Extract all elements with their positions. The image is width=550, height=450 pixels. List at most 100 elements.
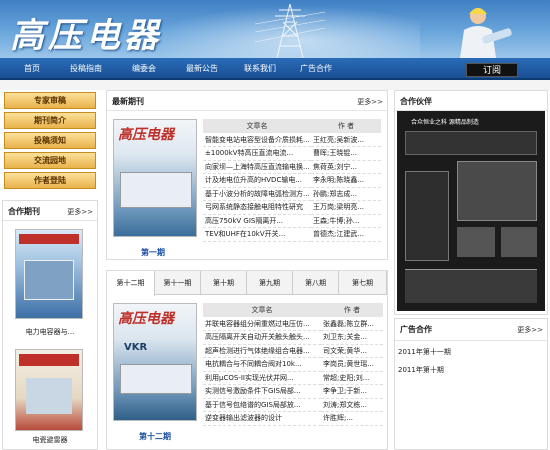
table-row[interactable]: 并联电容器组分闸重燃过电压仿... 张鑫磊;陈立群... <box>203 317 383 331</box>
latest-issue-label[interactable]: 第一期 <box>141 247 165 258</box>
article-title[interactable]: 利用μCOS-II实现光伏并网... <box>203 371 321 385</box>
archive-articles-table: 文章名作 者 并联电容器组分闸重燃过电压仿... 张鑫磊;陈立群... 高压隔离开… <box>203 303 383 426</box>
article-author: 常超;史阳;刘... <box>321 371 383 385</box>
tab-issue-10[interactable]: 第十期 <box>201 271 247 295</box>
table-row[interactable]: 逆变器输出滤波器的设计 许胜辉;... <box>203 411 383 426</box>
subscribe-button[interactable]: 订阅 <box>466 63 518 77</box>
tab-issue-11[interactable]: 第十一期 <box>155 271 201 295</box>
article-author: 曾德杰;江建武... <box>311 227 381 242</box>
submission-notes-button[interactable]: 投稿须知 <box>4 132 96 149</box>
article-author: 李岗员;黄世瑶... <box>321 357 383 372</box>
article-author: 焦荷英;刘宁... <box>311 160 381 174</box>
nav-home[interactable]: 首页 <box>24 63 40 74</box>
article-author: 刘卫东;关金... <box>321 330 383 345</box>
article-title[interactable]: 基于信号包络谱的GIS局部放... <box>203 398 321 412</box>
ad-cooperation-more-link[interactable]: 更多>> <box>517 325 543 335</box>
partner-journals-panel: 合作期刊 更多>> 电力电容器与... 电瓷避雷器 <box>2 200 98 450</box>
article-author: 曹晖;王晓锟... <box>311 146 381 161</box>
latest-issue-cover[interactable]: 高压电器 <box>113 119 197 237</box>
article-title[interactable]: 逆变器输出滤波器的设计 <box>203 411 321 426</box>
nav-ad-cooperation[interactable]: 广告合作 <box>300 63 332 74</box>
article-author: 许胜辉;... <box>321 411 383 426</box>
nav-announcements[interactable]: 最新公告 <box>186 63 218 74</box>
ad-cooperation-panel: 广告合作 更多>> 2011年第十一期 2011年第十期 <box>394 318 548 450</box>
partners-panel: 合作伙伴 合众恒业之科 源精品制造 <box>394 90 548 315</box>
header-banner: 高压电器 <box>0 0 550 58</box>
separator-strip <box>0 80 550 90</box>
journal-caption-capacitor[interactable]: 电力电容器与... <box>3 327 97 337</box>
article-title[interactable]: 高压隔离开关自动开关触头触头... <box>203 330 321 345</box>
table-row[interactable]: ±1000kV特高压直流电流... 曹晖;王晓锟... <box>203 146 381 161</box>
tab-issue-8[interactable]: 第八期 <box>293 271 339 295</box>
table-row[interactable]: 向家坝—上海特高压直流输电换... 焦荷英;刘宁... <box>203 160 381 174</box>
article-author: 王万岗;梁明亮... <box>311 200 381 215</box>
tab-issue-7[interactable]: 第七期 <box>339 271 387 295</box>
nav-editorial-board[interactable]: 编委会 <box>132 63 156 74</box>
article-author: 张鑫磊;陈立群... <box>321 317 383 331</box>
article-author: 李争卫;于新... <box>321 384 383 399</box>
article-title[interactable]: 高压750kV GIS隔离开... <box>203 214 311 228</box>
latest-articles-table: 文章名作 者 智能变电站电容型设备介质损耗... 王红亮;吴新波... ±1000… <box>203 119 381 242</box>
journal-cover-capacitor[interactable] <box>15 229 83 319</box>
left-menu: 专家审稿 期刊简介 投稿须知 交流园地 作者登陆 <box>2 90 98 192</box>
site-logo[interactable]: 高压电器 <box>10 8 162 57</box>
col-author-header: 作 者 <box>311 119 381 133</box>
power-tower-icon <box>255 3 325 58</box>
archive-panel: 第十二期 第十一期 第十期 第九期 第八期 第七期 高压电器 VKR 第十二期 … <box>106 270 388 450</box>
latest-issue-title: 最新期刊 <box>112 97 144 106</box>
table-row[interactable]: 基于信号包络谱的GIS局部放... 刘涛;郑文栋... <box>203 398 383 412</box>
article-title[interactable]: ±1000kV特高压直流电流... <box>203 146 311 161</box>
article-title[interactable]: 并联电容器组分闸重燃过电压仿... <box>203 317 321 331</box>
list-item[interactable]: 2011年第十一期 <box>398 347 451 357</box>
table-row[interactable]: 电抗耦合与不同耦合阀对10k... 李岗员;黄世瑶... <box>203 357 383 372</box>
table-row[interactable]: 高压隔离开关自动开关触头触头... 刘卫东;关金... <box>203 330 383 345</box>
col-author-header: 作 者 <box>321 303 383 317</box>
ad-brand-text: 合众恒业之科 源精品制造 <box>411 119 479 126</box>
table-row[interactable]: 高压750kV GIS隔离开... 王森;牛博;孙... <box>203 214 381 228</box>
partner-journals-more-link[interactable]: 更多>> <box>67 207 93 217</box>
partners-title: 合作伙伴 <box>400 97 432 106</box>
list-item[interactable]: 2011年第十期 <box>398 365 444 375</box>
table-row[interactable]: 超声检测进行气体绝缘组合电器... 司文荣;黄华... <box>203 344 383 358</box>
table-row[interactable]: TEV和UHF在10kV开关... 曾德杰;江建武... <box>203 227 381 242</box>
article-author: 司文荣;黄华... <box>321 344 383 358</box>
article-author: 孙鹏;郑志成... <box>311 187 381 201</box>
table-row[interactable]: 基于小波分析的故障电弧检测方... 孙鹏;郑志成... <box>203 187 381 201</box>
latest-issue-more-link[interactable]: 更多>> <box>357 97 383 107</box>
ad-cooperation-title: 广告合作 <box>400 325 432 334</box>
expert-review-button[interactable]: 专家审稿 <box>4 92 96 109</box>
article-title[interactable]: 实测信号激励条件下GIS局部... <box>203 384 321 399</box>
article-title[interactable]: TEV和UHF在10kV开关... <box>203 227 311 242</box>
journal-caption-arrester[interactable]: 电瓷避雷器 <box>3 435 97 445</box>
article-title[interactable]: 计及地电位升高的HVDC输电... <box>203 173 311 188</box>
article-title[interactable]: 基于小波分析的故障电弧检测方... <box>203 187 311 201</box>
latest-issue-panel: 最新期刊 更多>> 高压电器 第一期 文章名作 者 智能变电站电容型设备介质损耗… <box>106 90 388 260</box>
table-row[interactable]: 智能变电站电容型设备介质损耗... 王红亮;吴新波... <box>203 133 381 147</box>
archive-issue-label[interactable]: 第十二期 <box>139 431 171 442</box>
journal-cover-arrester[interactable] <box>15 349 83 431</box>
partner-journals-title: 合作期刊 <box>8 207 40 216</box>
author-login-button[interactable]: 作者登陆 <box>4 172 96 189</box>
article-author: 王森;牛博;孙... <box>311 214 381 228</box>
article-title[interactable]: 智能变电站电容型设备介质损耗... <box>203 133 311 147</box>
article-title[interactable]: 超声检测进行气体绝缘组合电器... <box>203 344 321 358</box>
nav-submission-guide[interactable]: 投稿指南 <box>70 63 102 74</box>
journal-intro-button[interactable]: 期刊简介 <box>4 112 96 129</box>
col-title-header: 文章名 <box>203 119 311 133</box>
article-author: 刘涛;郑文栋... <box>321 398 383 412</box>
table-row[interactable]: 实测信号激励条件下GIS局部... 李争卫;于新... <box>203 384 383 399</box>
archive-issue-cover[interactable]: 高压电器 VKR <box>113 303 197 421</box>
nav-contact[interactable]: 联系我们 <box>244 63 276 74</box>
article-author: 李永明;陈晓鑫... <box>311 173 381 188</box>
article-title[interactable]: 电抗耦合与不同耦合阀对10k... <box>203 357 321 372</box>
table-row[interactable]: 弓网系统静态接触电阻特性研究 王万岗;梁明亮... <box>203 200 381 215</box>
table-row[interactable]: 利用μCOS-II实现光伏并网... 常超;史阳;刘... <box>203 371 383 385</box>
partner-advertisement[interactable]: 合众恒业之科 源精品制造 <box>397 111 545 311</box>
tab-issue-9[interactable]: 第九期 <box>247 271 293 295</box>
article-title[interactable]: 向家坝—上海特高压直流输电换... <box>203 160 311 174</box>
col-title-header: 文章名 <box>203 303 321 317</box>
article-title[interactable]: 弓网系统静态接触电阻特性研究 <box>203 200 311 215</box>
tab-issue-12[interactable]: 第十二期 <box>107 271 155 296</box>
table-row[interactable]: 计及地电位升高的HVDC输电... 李永明;陈晓鑫... <box>203 173 381 188</box>
forum-button[interactable]: 交流园地 <box>4 152 96 169</box>
